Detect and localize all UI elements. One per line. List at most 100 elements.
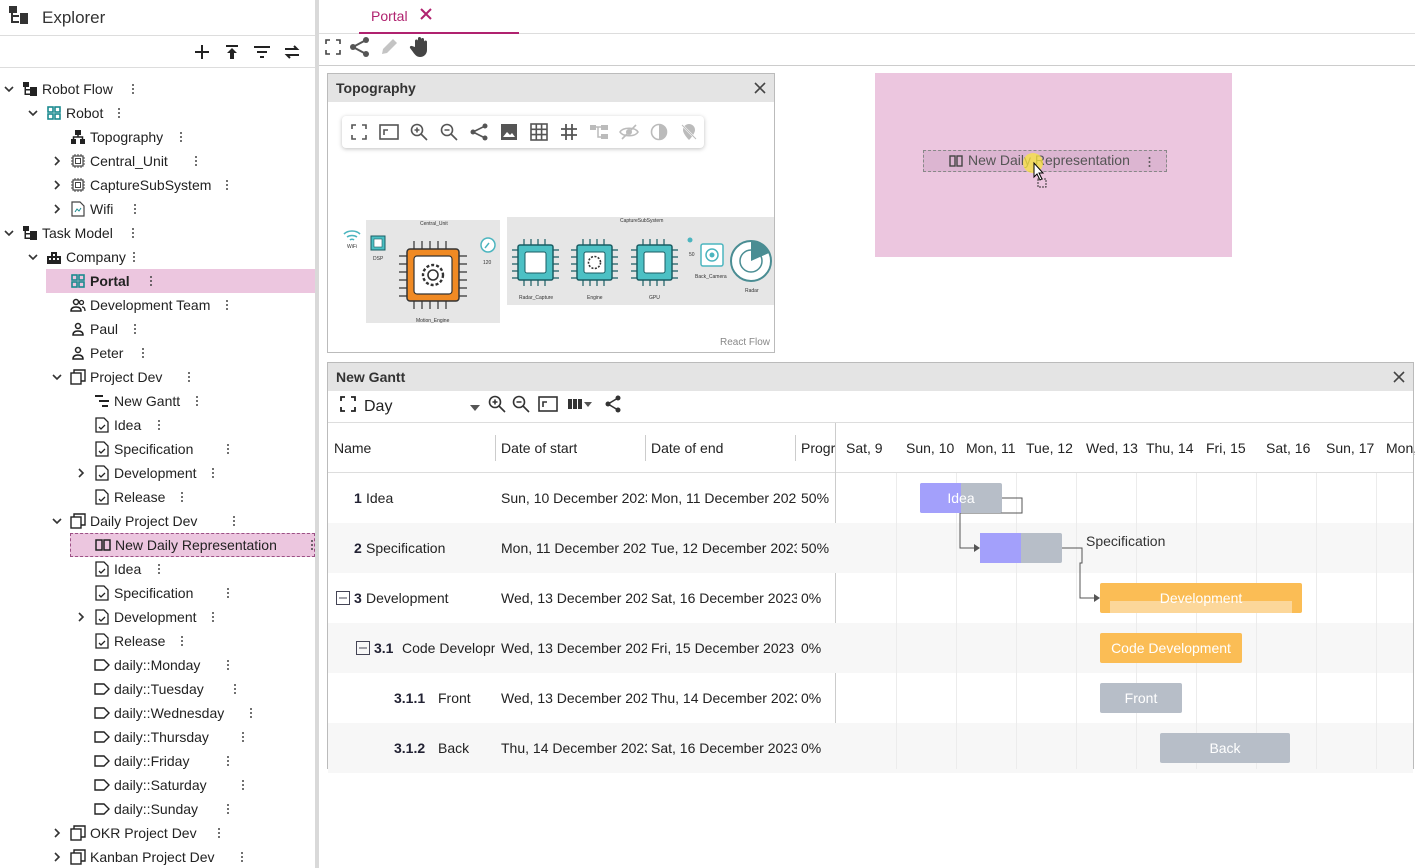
tree-item[interactable]: CaptureSubSystem <box>0 173 315 197</box>
collapse-icon[interactable] <box>336 591 350 608</box>
more-icon[interactable] <box>239 850 245 864</box>
tree-item[interactable]: Development <box>0 461 315 485</box>
frame-icon[interactable] <box>378 121 400 143</box>
columns-menu-icon[interactable] <box>568 397 594 416</box>
more-icon[interactable] <box>179 490 185 504</box>
tree-item[interactable]: New Daily Representation <box>70 533 315 557</box>
chevron-right-icon[interactable] <box>51 827 63 839</box>
tree-item[interactable]: Robot Flow <box>0 77 315 101</box>
table-row[interactable]: 3.1 Code Development Wed, 13 December 2023… <box>328 623 836 673</box>
gantt-bar[interactable]: Specification <box>980 533 1165 563</box>
tree-item[interactable]: Project Dev <box>0 365 315 389</box>
view-mode-select[interactable]: Day <box>340 396 480 417</box>
filter-icon[interactable] <box>251 41 273 63</box>
chevron-down-icon[interactable] <box>3 83 15 95</box>
tree-item[interactable]: Release <box>0 485 315 509</box>
edit-icon[interactable] <box>379 37 401 62</box>
portal-drop-zone[interactable]: New Daily Representation <box>875 73 1232 257</box>
tree-item[interactable]: daily::Wednesday <box>0 701 315 725</box>
table-row[interactable]: 3.1.2 Back Thu, 14 December 2023 Sat, 16 De… <box>328 723 836 773</box>
more-icon[interactable] <box>225 754 231 768</box>
tree-item[interactable]: Topography <box>0 125 315 149</box>
tree-item[interactable]: Kanban Project Dev <box>0 845 315 868</box>
column-header-end[interactable]: Date of end <box>651 440 723 456</box>
more-icon[interactable] <box>231 514 237 528</box>
tree-item[interactable]: Idea <box>0 557 315 581</box>
dsp-node[interactable]: DSP <box>370 235 386 262</box>
column-header-start[interactable]: Date of start <box>501 440 577 456</box>
image-icon[interactable] <box>498 121 520 143</box>
pan-hand-icon[interactable] <box>409 35 433 64</box>
wifi-node[interactable]: WiFi <box>343 230 361 250</box>
chevron-down-icon[interactable] <box>3 227 15 239</box>
chevron-right-icon[interactable] <box>51 203 63 215</box>
layout-icon[interactable] <box>588 121 610 143</box>
tree-item[interactable]: Development <box>0 605 315 629</box>
tree-item[interactable]: Paul <box>0 317 315 341</box>
chevron-right-icon[interactable] <box>51 179 63 191</box>
collapse-icon[interactable] <box>356 641 370 658</box>
table-row[interactable]: 3 Development Wed, 13 December 2023 Sat, 16… <box>328 573 836 623</box>
more-icon[interactable] <box>179 634 185 648</box>
tree-item[interactable]: Portal <box>46 269 315 293</box>
close-icon[interactable] <box>752 80 768 96</box>
more-icon[interactable] <box>225 586 231 600</box>
tree-item[interactable]: Wifi <box>0 197 315 221</box>
gantt-bar[interactable]: Code Development <box>1100 633 1242 663</box>
more-icon[interactable] <box>148 274 154 288</box>
chevron-down-icon[interactable] <box>27 251 39 263</box>
more-icon[interactable] <box>225 658 231 672</box>
more-icon[interactable] <box>116 106 122 120</box>
zoom-in-icon[interactable] <box>408 121 430 143</box>
tree-item[interactable]: Release <box>0 629 315 653</box>
tree-item[interactable]: Idea <box>0 413 315 437</box>
swap-icon[interactable] <box>281 41 303 63</box>
more-icon[interactable] <box>232 682 238 696</box>
more-icon[interactable] <box>194 394 200 408</box>
fit-icon[interactable] <box>538 396 558 417</box>
tree-item[interactable]: Development Team <box>0 293 315 317</box>
column-header-progress[interactable]: Progr <box>801 440 836 456</box>
add-icon[interactable] <box>191 41 213 63</box>
table-row[interactable]: 1 Idea Sun, 10 December 2023 Mon, 11 Decemb… <box>328 473 836 523</box>
tree-item[interactable]: New Gantt <box>0 389 315 413</box>
location-off-icon[interactable] <box>678 121 700 143</box>
zoom-out-icon[interactable] <box>438 121 460 143</box>
share-icon[interactable] <box>349 37 371 62</box>
chevron-right-icon[interactable] <box>51 851 63 863</box>
more-icon[interactable] <box>225 802 231 816</box>
gantt-bar[interactable]: Development <box>1100 583 1302 613</box>
gantt-bar[interactable]: Idea <box>920 483 1002 513</box>
tree-item[interactable]: daily::Friday <box>0 749 315 773</box>
chevron-right-icon[interactable] <box>75 611 87 623</box>
chevron-down-icon[interactable] <box>27 107 39 119</box>
hide-icon[interactable] <box>618 121 640 143</box>
chevron-down-icon[interactable] <box>51 371 63 383</box>
tree-item[interactable]: daily::Sunday <box>0 797 315 821</box>
fullscreen-icon[interactable] <box>325 39 341 60</box>
more-icon[interactable] <box>156 562 162 576</box>
more-icon[interactable] <box>130 82 136 96</box>
more-icon[interactable] <box>240 778 246 792</box>
tree-item[interactable]: Specification <box>0 581 315 605</box>
more-icon[interactable] <box>132 322 138 336</box>
more-icon[interactable] <box>210 466 216 480</box>
gantt-bar[interactable]: Front <box>1100 683 1182 713</box>
more-icon[interactable] <box>193 154 199 168</box>
tree-item[interactable]: Daily Project Dev <box>0 509 315 533</box>
react-flow-attribution[interactable]: React Flow <box>720 337 770 348</box>
chevron-right-icon[interactable] <box>75 467 87 479</box>
more-icon[interactable] <box>178 130 184 144</box>
more-icon[interactable] <box>225 442 231 456</box>
chevron-right-icon[interactable] <box>51 155 63 167</box>
more-icon[interactable] <box>131 250 137 264</box>
table-row[interactable]: 2 Specification Mon, 11 December 2023 Tue, … <box>328 523 836 573</box>
table-row[interactable]: 3.1.1 Front Wed, 13 December 2023 Thu, 14 D… <box>328 673 836 723</box>
tree-item[interactable]: Peter <box>0 341 315 365</box>
tree-item[interactable]: Robot <box>0 101 315 125</box>
gantt-bar[interactable]: Back <box>1160 733 1290 763</box>
grid-icon[interactable] <box>528 121 550 143</box>
tree-item[interactable]: Company <box>0 245 315 269</box>
more-icon[interactable] <box>140 346 146 360</box>
contrast-icon[interactable] <box>648 121 670 143</box>
